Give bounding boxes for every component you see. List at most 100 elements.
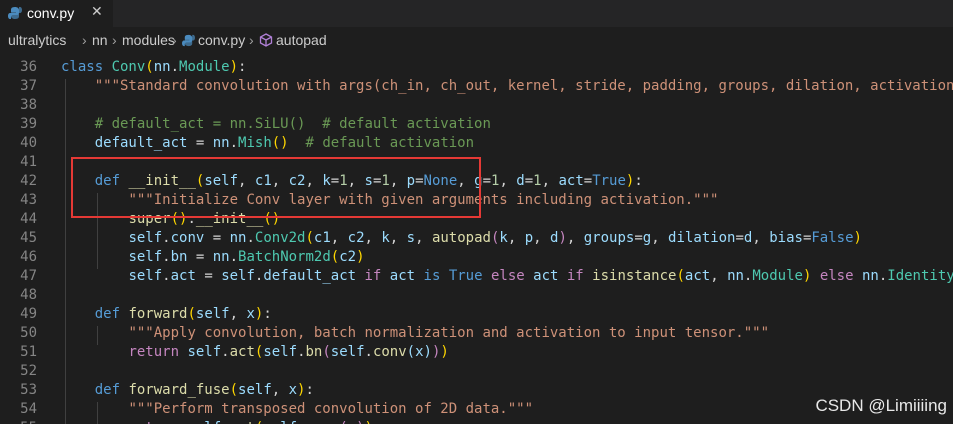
code-token: . xyxy=(221,420,229,424)
code-token: () xyxy=(271,135,289,151)
breadcrumb-item-conv-py[interactable]: conv.py xyxy=(198,32,245,48)
code-token: , xyxy=(651,230,669,246)
code-token: . xyxy=(162,268,171,284)
line-number: 51 xyxy=(20,344,37,360)
code-token: nn xyxy=(212,135,230,151)
code-line[interactable]: self.act = self.default_act if act is Tr… xyxy=(61,267,953,286)
code-token: , xyxy=(507,230,525,246)
code-token: x xyxy=(415,344,424,360)
code-line[interactable]: self.conv = nn.Conv2d(c1, c2, k, s, auto… xyxy=(61,229,862,248)
breadcrumb-item-nn[interactable]: nn xyxy=(92,32,108,48)
tab-title: conv.py xyxy=(27,5,75,21)
line-number: 43 xyxy=(20,192,37,208)
line-number: 47 xyxy=(20,268,37,284)
code-line[interactable]: """Perform transposed convolution of 2D … xyxy=(61,400,533,419)
tab-conv-py[interactable]: conv.py ✕ xyxy=(0,0,113,27)
code-token: forward xyxy=(128,306,188,322)
code-line[interactable]: class Conv(nn.Module): xyxy=(61,58,246,77)
code-line[interactable]: return self.act(self.conv(x)) xyxy=(61,419,373,424)
code-token: nn xyxy=(153,59,171,75)
chevron-right-icon: › xyxy=(82,32,87,48)
code-token: = xyxy=(634,230,643,246)
code-token: Conv xyxy=(111,59,146,75)
code-token: nn xyxy=(861,268,879,284)
code-token: return xyxy=(128,344,180,360)
breadcrumb-item-autopad[interactable]: autopad xyxy=(276,32,327,48)
code-token: . xyxy=(246,230,255,246)
line-number: 48 xyxy=(20,287,37,303)
code-token: forward_fuse xyxy=(128,382,230,398)
code-token: x xyxy=(288,382,298,398)
code-token: return xyxy=(128,420,179,424)
code-line[interactable]: self.bn = nn.BatchNorm2d(c2) xyxy=(61,248,364,267)
code-token: ( xyxy=(305,230,314,246)
line-number: 50 xyxy=(20,325,37,341)
code-line[interactable]: """Apply convolution, batch normalizatio… xyxy=(61,324,769,343)
breadcrumb-item-ultralytics[interactable]: ultralytics xyxy=(8,32,66,48)
code-line[interactable]: default_act = nn.Mish() # default activa… xyxy=(61,134,474,153)
code-line[interactable]: def forward_fuse(self, x): xyxy=(61,381,314,400)
line-number: 44 xyxy=(20,211,37,227)
python-file-icon xyxy=(182,34,195,50)
code-token: self xyxy=(221,268,255,284)
watermark: CSDN @Limiiiing xyxy=(815,396,947,415)
code-token: act xyxy=(558,173,584,189)
code-token: act xyxy=(389,268,416,284)
code-token: default_act xyxy=(263,268,357,284)
code-token: """Apply convolution, batch normalizatio… xyxy=(128,325,770,341)
code-token: = xyxy=(195,268,222,284)
code-token: ( xyxy=(145,59,154,75)
line-number: 52 xyxy=(20,363,37,379)
code-token: else xyxy=(490,268,525,284)
code-token: nn xyxy=(229,230,247,246)
close-icon[interactable]: ✕ xyxy=(91,4,103,20)
code-line[interactable]: # default_act = nn.SiLU() # default acti… xyxy=(61,115,491,134)
code-token: """Standard convolution with args(ch_in,… xyxy=(94,78,953,94)
code-line[interactable]: def forward(self, x): xyxy=(61,305,272,324)
code-token: ( xyxy=(676,268,685,284)
code-token: d xyxy=(516,173,525,189)
code-token: . xyxy=(170,59,180,75)
code-token: ) xyxy=(440,344,449,360)
chevron-right-icon: › xyxy=(249,32,254,48)
breadcrumb-item-modules[interactable]: modules xyxy=(122,32,175,48)
code-token: self xyxy=(128,268,163,284)
code-token: ) xyxy=(558,230,567,246)
code-token: ) xyxy=(356,420,364,424)
code-token: act xyxy=(229,344,255,360)
code-token: , xyxy=(389,230,407,246)
code-token: self xyxy=(263,420,297,424)
code-token: default_act xyxy=(94,135,188,151)
code-token: isinstance xyxy=(592,268,677,284)
code-token: Module xyxy=(752,268,803,284)
code-token: act xyxy=(170,268,196,284)
code-editor[interactable]: 36 class Conv(nn.Module): 37 """Standard c… xyxy=(0,56,953,424)
code-token: self xyxy=(195,306,230,322)
code-line[interactable]: """Standard convolution with args(ch_in,… xyxy=(61,77,953,96)
line-number: 55 xyxy=(0,419,37,424)
code-token: 1 xyxy=(533,173,542,189)
code-token: ( xyxy=(322,344,331,360)
code-token: ( xyxy=(187,306,196,322)
code-token: x xyxy=(348,420,356,424)
code-token: = xyxy=(583,173,593,189)
line-number: 38 xyxy=(20,97,37,113)
code-token: . xyxy=(162,249,171,265)
line-number: 45 xyxy=(20,230,37,246)
code-token: ) xyxy=(365,420,373,424)
code-token: . xyxy=(229,135,239,151)
code-token: = xyxy=(187,249,213,265)
code-token: ) xyxy=(853,230,862,246)
code-line[interactable]: return self.act(self.bn(self.conv(x))) xyxy=(61,343,449,362)
code-token: k xyxy=(499,230,508,246)
